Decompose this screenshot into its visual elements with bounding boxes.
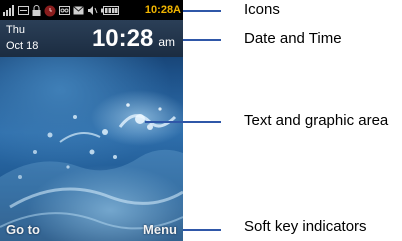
network-icon (18, 5, 29, 16)
softkey-go-to[interactable]: Go to (6, 222, 40, 237)
date-label: Oct 18 (6, 40, 39, 52)
clock-time: 10:28 (91, 25, 154, 52)
voicemail-icon (59, 5, 70, 16)
signal-icon (3, 4, 15, 16)
wallpaper-water-splash (0, 103, 183, 241)
alarm-icon (44, 5, 56, 16)
callout-leader-date-time (183, 39, 221, 41)
softkey-menu[interactable]: Menu (143, 222, 177, 237)
callout-leader-soft-keys (183, 229, 221, 231)
status-bar: 10:28A (0, 0, 183, 20)
speaker-muted-icon (87, 5, 98, 16)
clock: 10:28 am (92, 25, 175, 53)
callout-leader-text-graphic (145, 121, 221, 123)
clock-ampm: am (158, 35, 175, 49)
callout-soft-keys: Soft key indicators (244, 218, 367, 235)
date-time-bar: Thu Oct 18 10:28 am (0, 20, 183, 57)
battery-icon (101, 5, 119, 16)
day-label: Thu (6, 24, 25, 36)
callout-text-graphic: Text and graphic area (244, 112, 389, 129)
callout-leader-icons (183, 10, 221, 12)
callout-icons: Icons (244, 1, 280, 18)
status-time: 10:28A (144, 4, 181, 16)
lock-icon (32, 4, 41, 16)
message-icon (73, 5, 84, 16)
callout-date-time: Date and Time (244, 30, 342, 47)
